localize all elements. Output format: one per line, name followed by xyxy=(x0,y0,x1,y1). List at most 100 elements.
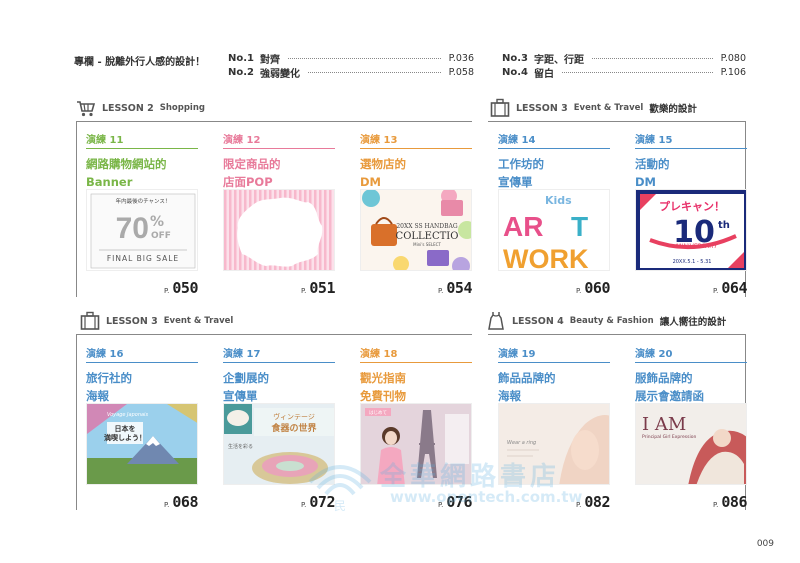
art-kids: Kids xyxy=(545,194,572,207)
fashion-title: I AM xyxy=(642,414,686,435)
event-date: 20XX.5.1 - 5.31 xyxy=(673,259,712,265)
exhib-side: 生活を彩る xyxy=(228,443,253,450)
sale-top-text: 年内最後のチャンス！ xyxy=(116,197,171,205)
exhib-main1: ヴィンテージ xyxy=(273,412,315,421)
briefcase-icon xyxy=(80,311,100,330)
toc-leader xyxy=(308,71,441,73)
page-prefix: P. xyxy=(301,501,307,509)
toc-entry-no2[interactable]: No.2 強弱變化 P.058 xyxy=(228,65,474,80)
dm-line1: 20XX SS HANDBAG xyxy=(396,223,457,230)
exercise-card-18[interactable]: 演練 18 觀光指南 免費刊物 はじめて P. 076 xyxy=(360,345,472,511)
lesson-sub: Event & Travel xyxy=(163,316,234,326)
page-ref: P. 054 xyxy=(438,278,472,297)
thumbnail-paris-guide: はじめて xyxy=(360,403,472,485)
toc-leader xyxy=(592,57,713,59)
lesson3-bottom-header: LESSON 3 Event & Travel xyxy=(80,311,234,330)
toc-entry-no4[interactable]: No.4 留白 P.106 xyxy=(502,65,746,80)
thumbnail-pop xyxy=(223,189,335,271)
thumbnail-sale-banner: 年内最後のチャンス！ 70 % OFF FINAL BIG SALE xyxy=(86,189,198,271)
exercise-number: 演練 18 xyxy=(360,345,472,363)
page-ref: P. 086 xyxy=(713,492,747,511)
page-ref: P. 072 xyxy=(301,492,335,511)
page-prefix: P. xyxy=(438,287,444,295)
exercise-number: 演練 14 xyxy=(498,131,610,149)
lesson-sub: Beauty & Fashion xyxy=(569,316,654,326)
fashion-sub: Principal Girl Expression xyxy=(642,434,696,440)
art-work: WORK xyxy=(503,244,589,271)
page-prefix: P. xyxy=(164,501,170,509)
exercise-card-14[interactable]: 演練 14 工作坊的 宣傳單 Kids AR T WORK P. 060 xyxy=(498,131,610,297)
page-ref: P. 076 xyxy=(438,492,472,511)
exercise-card-11[interactable]: 演練 11 網路購物網站的 Banner 年内最後のチャンス！ 70 % OFF … xyxy=(86,131,198,297)
exercise-card-20[interactable]: 演練 20 服飾品牌的 展示會邀請函 I AM Principal Girl Ex… xyxy=(635,345,747,511)
exercise-card-15[interactable]: 演練 15 活動的 DM プレキャン！ 10 th ANNIVERSARY 20X… xyxy=(635,131,747,297)
toc-number: No.2 xyxy=(228,66,254,78)
toc-leader xyxy=(562,71,713,73)
acc-text: Wear a ring xyxy=(507,440,536,446)
exercise-number: 演練 13 xyxy=(360,131,472,149)
page-prefix: P. xyxy=(576,287,582,295)
toc-page: P.080 xyxy=(720,52,746,64)
sale-off: OFF xyxy=(151,231,171,241)
toc-leader xyxy=(288,57,441,59)
exercise-number: 演練 15 xyxy=(635,131,747,149)
page-ref: P. 060 xyxy=(576,278,610,297)
exercise-card-16[interactable]: 演練 16 旅行社的 海報 Voyage Japonais 日本を 満喫しよう！ … xyxy=(86,345,198,511)
exercise-card-19[interactable]: 演練 19 飾品品牌的 海報 Wear a ring P. 082 xyxy=(498,345,610,511)
toc-title: 字距、行距 xyxy=(534,54,584,66)
page-prefix: P. xyxy=(713,501,719,509)
page-number: 064 xyxy=(721,279,747,297)
exercise-title-line1: 旅行社的 xyxy=(86,371,132,385)
lesson3-top-header: LESSON 3 Event & Travel 歡樂的設計 xyxy=(490,98,697,117)
exercise-title-line1: 活動的 xyxy=(635,157,670,171)
page-prefix: P. xyxy=(713,287,719,295)
sale-percent: % xyxy=(150,214,164,230)
lesson4-header: LESSON 4 Beauty & Fashion 讓人嚮往的設計 xyxy=(486,312,727,330)
page-prefix: P. xyxy=(438,501,444,509)
toc-entry-no1[interactable]: No.1 對齊 P.036 xyxy=(228,51,474,66)
dm-line3: Mini's SELECT xyxy=(413,242,441,247)
exercise-title-line1: 觀光指南 xyxy=(360,371,406,385)
travel-main1: 日本を xyxy=(115,424,136,433)
page-number: 072 xyxy=(309,493,335,511)
lesson-zh: 讓人嚮往的設計 xyxy=(659,317,727,328)
exercise-number: 演練 20 xyxy=(635,345,747,363)
lesson-sub: Event & Travel xyxy=(573,103,644,113)
thumbnail-fashion-invitation: I AM Principal Girl Expression xyxy=(635,403,747,485)
briefcase-icon xyxy=(490,98,510,117)
column-heading: 專欄 - 脫離外行人感的設計！ xyxy=(74,57,206,68)
lesson-label: LESSON 4 xyxy=(512,315,564,327)
event-anniversary: ANNIVERSARY xyxy=(674,243,719,250)
page-ref: P. 082 xyxy=(576,492,610,511)
exercise-card-17[interactable]: 演練 17 企劃展的 宣傳單 ヴィンテージ 食器の世界 生活を彩る P. 072 xyxy=(223,345,335,511)
exercise-title-line1: 服飾品牌的 xyxy=(635,371,693,385)
exercise-title-line1: 飾品品牌的 xyxy=(498,371,556,385)
page-number: 086 xyxy=(721,493,747,511)
page-ref: P. 064 xyxy=(713,278,747,297)
lesson-label: LESSON 3 xyxy=(106,315,158,327)
art-t: T xyxy=(571,211,588,242)
page-folio: 009 xyxy=(756,539,774,549)
page-prefix: P. xyxy=(164,287,170,295)
toc-entry-no3[interactable]: No.3 字距、行距 P.080 xyxy=(502,51,746,66)
thumbnail-accessory-poster: Wear a ring xyxy=(498,403,610,485)
travel-small: Voyage Japonais xyxy=(107,412,148,418)
exercise-card-12[interactable]: 演練 12 限定商品的 店面POP P. 051 xyxy=(223,131,335,297)
thumbnail-exhibition-flyer: ヴィンテージ 食器の世界 生活を彩る xyxy=(223,403,335,485)
page-number: 060 xyxy=(584,279,610,297)
exercise-title-line1: 網路購物網站的 xyxy=(86,157,167,171)
exhib-main2: 食器の世界 xyxy=(270,422,316,434)
dress-icon xyxy=(488,312,504,330)
thumbnail-handbag-dm: 20XX SS HANDBAG COLLECTIO Mini's SELECT xyxy=(360,189,472,271)
exercise-title-line1: 工作坊的 xyxy=(498,157,544,171)
toc-title: 留白 xyxy=(534,68,554,80)
page-number: 054 xyxy=(446,279,472,297)
art-ar: AR xyxy=(503,211,543,242)
toc-number: No.1 xyxy=(228,52,254,64)
page-prefix: P. xyxy=(301,287,307,295)
exercise-card-13[interactable]: 演練 13 選物店的 DM 20XX SS HANDBAG COLLECTIO M… xyxy=(360,131,472,297)
sale-bottom-text: FINAL BIG SALE xyxy=(107,254,179,263)
travel-main2: 満喫しよう！ xyxy=(104,433,146,442)
thumbnail-anniversary: プレキャン！ 10 th ANNIVERSARY 20XX.5.1 - 5.31 xyxy=(635,189,747,271)
page-number: 082 xyxy=(584,493,610,511)
